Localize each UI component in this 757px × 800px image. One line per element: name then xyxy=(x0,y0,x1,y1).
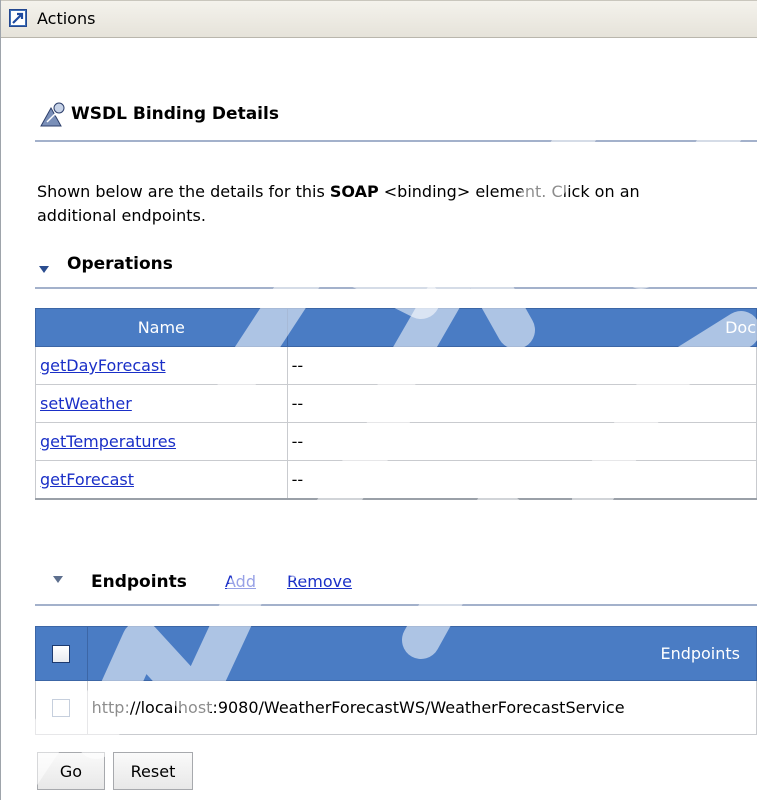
endpoints-title: Endpoints xyxy=(91,572,187,592)
table-row: http://localhost:9080/WeatherForecastWS/… xyxy=(35,680,757,735)
table-row: setWeather -- xyxy=(35,384,757,423)
reset-button[interactable]: Reset xyxy=(113,752,193,790)
operation-link[interactable]: getTemperatures xyxy=(40,432,176,451)
operation-cell: setWeather xyxy=(35,384,288,423)
operation-link[interactable]: setWeather xyxy=(40,394,132,413)
select-all-checkbox[interactable] xyxy=(52,645,71,664)
window-frame: Actions WSDL Binding Details Shown below… xyxy=(0,0,757,800)
intro-text-bold: SOAP xyxy=(329,182,379,201)
operation-cell: getForecast xyxy=(35,460,288,500)
actions-label: Actions xyxy=(37,9,96,28)
actions-bar[interactable]: Actions xyxy=(1,0,757,38)
table-row: getTemperatures -- xyxy=(35,422,757,461)
go-button[interactable]: Go xyxy=(37,752,105,790)
row-select-cell xyxy=(35,680,88,735)
operation-link[interactable]: getDayForecast xyxy=(40,356,166,375)
row-checkbox[interactable] xyxy=(52,699,71,718)
operations-title: Operations xyxy=(67,254,173,274)
operations-header-row: Name Doc xyxy=(35,308,757,347)
operations-collapse-icon[interactable] xyxy=(39,266,49,273)
operations-table: Name Doc getDayForecast -- setWeather --… xyxy=(35,308,757,500)
arrow-out-icon xyxy=(9,9,27,27)
title-divider xyxy=(35,140,757,142)
add-endpoint-link[interactable]: Add xyxy=(225,572,256,591)
operation-link[interactable]: getForecast xyxy=(40,470,134,489)
intro-text-suffix: <binding> element. Click on an xyxy=(378,182,640,201)
column-header-endpoints-label: Endpoints xyxy=(660,644,740,663)
operation-cell: getDayForecast xyxy=(35,346,288,385)
select-all-cell xyxy=(35,626,88,681)
intro-text-prefix: Shown below are the details for this xyxy=(37,182,330,201)
endpoint-url-cell: http://localhost:9080/WeatherForecastWS/… xyxy=(86,680,757,735)
doc-cell: -- xyxy=(286,422,757,461)
doc-cell: -- xyxy=(286,460,757,500)
endpoints-table: Endpoints http://localhost:9080/WeatherF… xyxy=(35,626,757,735)
column-header-name[interactable]: Name xyxy=(35,308,288,347)
intro-text-line2: additional endpoints. xyxy=(37,206,206,225)
operations-divider xyxy=(35,287,757,289)
table-row: getForecast -- xyxy=(35,460,757,500)
doc-cell: -- xyxy=(286,346,757,385)
endpoints-collapse-icon[interactable] xyxy=(53,576,63,583)
intro-text: Shown below are the details for this SOA… xyxy=(37,180,640,228)
column-header-endpoints[interactable]: Endpoints xyxy=(86,626,757,681)
page-title: WSDL Binding Details xyxy=(71,104,279,124)
endpoints-divider xyxy=(35,604,757,606)
table-row: getDayForecast -- xyxy=(35,346,757,385)
operation-cell: getTemperatures xyxy=(35,422,288,461)
column-header-doc-label: Doc xyxy=(725,318,756,337)
wsdl-binding-icon xyxy=(40,102,65,127)
endpoints-header-row: Endpoints xyxy=(35,626,757,681)
remove-endpoint-link[interactable]: Remove xyxy=(287,572,352,591)
doc-cell: -- xyxy=(286,384,757,423)
column-header-doc[interactable]: Doc xyxy=(286,308,757,347)
